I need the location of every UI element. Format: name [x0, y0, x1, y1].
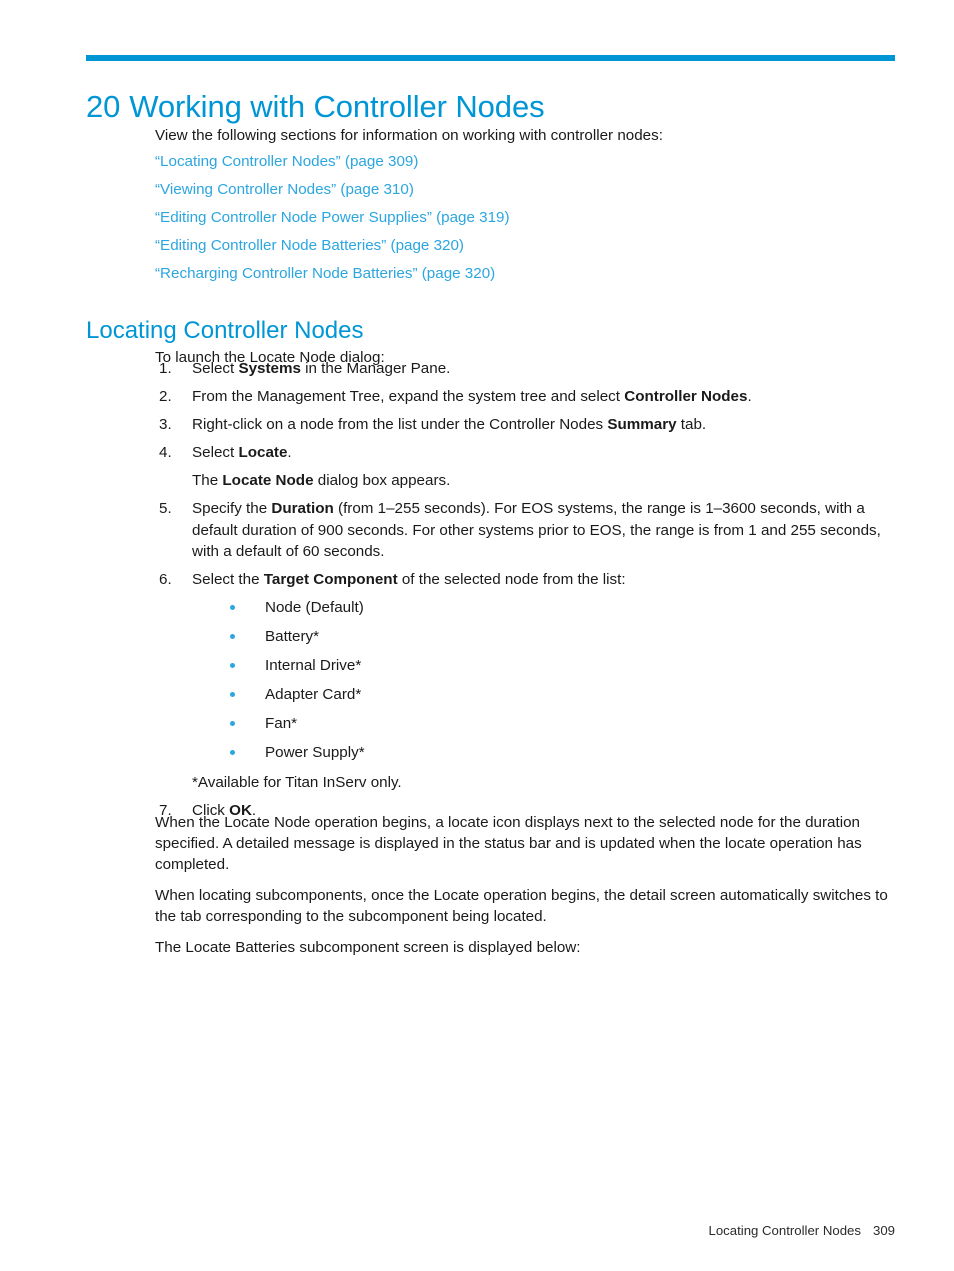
- target-component-label: Power Supply*: [265, 744, 365, 761]
- step-2-text: From the Management Tree, expand the sys…: [192, 388, 752, 405]
- step-5: 5. Specify the Duration (from 1–255 seco…: [155, 498, 895, 563]
- step-5-number: 5.: [159, 500, 172, 517]
- xref-link-recharging-batteries[interactable]: “Recharging Controller Node Batteries” (…: [155, 260, 895, 288]
- step-4: 4. Select Locate.: [155, 442, 895, 464]
- step-2: 2. From the Management Tree, expand the …: [155, 386, 895, 408]
- bullet-dot-icon: [230, 721, 235, 726]
- step-4-text: Select Locate.: [192, 444, 292, 461]
- step-5-text: Specify the Duration (from 1–255 seconds…: [192, 500, 881, 560]
- step-4-number: 4.: [159, 444, 172, 461]
- bullet-dot-icon: [230, 692, 235, 697]
- step-3: 3. Right-click on a node from the list u…: [155, 414, 895, 436]
- list-item: Fan*: [192, 713, 895, 742]
- list-item: Adapter Card*: [192, 684, 895, 713]
- section-heading-locating-controller-nodes: Locating Controller Nodes: [86, 316, 364, 344]
- list-item: Power Supply*: [192, 742, 895, 771]
- target-component-footnote: *Available for Titan InServ only.: [192, 774, 402, 791]
- bullet-dot-icon: [230, 663, 235, 668]
- step-1: 1. Select Systems in the Manager Pane.: [155, 358, 895, 380]
- xref-link-locating-controller-nodes[interactable]: “Locating Controller Nodes” (page 309): [155, 148, 895, 176]
- closing-paragraphs: When the Locate Node operation begins, a…: [155, 812, 897, 968]
- xref-link-editing-power-supplies[interactable]: “Editing Controller Node Power Supplies”…: [155, 204, 895, 232]
- closing-paragraph-2: When locating subcomponents, once the Lo…: [155, 887, 888, 925]
- document-page: 20 Working with Controller Nodes View the…: [0, 0, 954, 1271]
- list-item: Internal Drive*: [192, 655, 895, 684]
- intro-paragraph: View the following sections for informat…: [155, 127, 663, 144]
- step-6: 6. Select the Target Component of the se…: [155, 569, 895, 591]
- chapter-title: 20 Working with Controller Nodes: [86, 87, 545, 127]
- step-1-number: 1.: [159, 360, 172, 377]
- footer-section-label: Locating Controller Nodes: [708, 1223, 861, 1238]
- list-item: Node (Default): [192, 597, 895, 626]
- step-3-number: 3.: [159, 416, 172, 433]
- step-4-result: The Locate Node dialog box appears.: [192, 472, 451, 489]
- target-component-label: Battery*: [265, 628, 320, 645]
- chapter-rule: [86, 55, 895, 61]
- bullet-dot-icon: [230, 634, 235, 639]
- target-component-label: Node (Default): [265, 599, 364, 616]
- bullet-dot-icon: [230, 750, 235, 755]
- chapter-number: 20: [86, 88, 121, 124]
- footer-page-number: 309: [872, 1223, 895, 1238]
- target-component-label: Internal Drive*: [265, 657, 362, 674]
- xref-link-editing-batteries[interactable]: “Editing Controller Node Batteries” (pag…: [155, 232, 895, 260]
- step-6-text: Select the Target Component of the selec…: [192, 571, 626, 588]
- closing-paragraph-3: The Locate Batteries subcomponent screen…: [155, 939, 581, 956]
- target-component-label: Fan*: [265, 715, 298, 732]
- chapter-title-text: Working with Controller Nodes: [129, 88, 545, 124]
- procedure-steps: 1. Select Systems in the Manager Pane. 2…: [155, 358, 895, 828]
- step-6-number: 6.: [159, 571, 172, 588]
- page-footer: Locating Controller Nodes 309: [0, 1222, 896, 1240]
- cross-reference-list: “Locating Controller Nodes” (page 309) “…: [155, 148, 895, 288]
- bullet-dot-icon: [230, 605, 235, 610]
- target-component-list: Node (Default) Battery* Internal Drive* …: [155, 597, 895, 771]
- step-2-number: 2.: [159, 388, 172, 405]
- list-item: Battery*: [192, 626, 895, 655]
- step-3-text: Right-click on a node from the list unde…: [192, 416, 707, 433]
- target-component-label: Adapter Card*: [265, 686, 362, 703]
- step-1-text: Select Systems in the Manager Pane.: [192, 360, 451, 377]
- closing-paragraph-1: When the Locate Node operation begins, a…: [155, 814, 862, 873]
- xref-link-viewing-controller-nodes[interactable]: “Viewing Controller Nodes” (page 310): [155, 176, 895, 204]
